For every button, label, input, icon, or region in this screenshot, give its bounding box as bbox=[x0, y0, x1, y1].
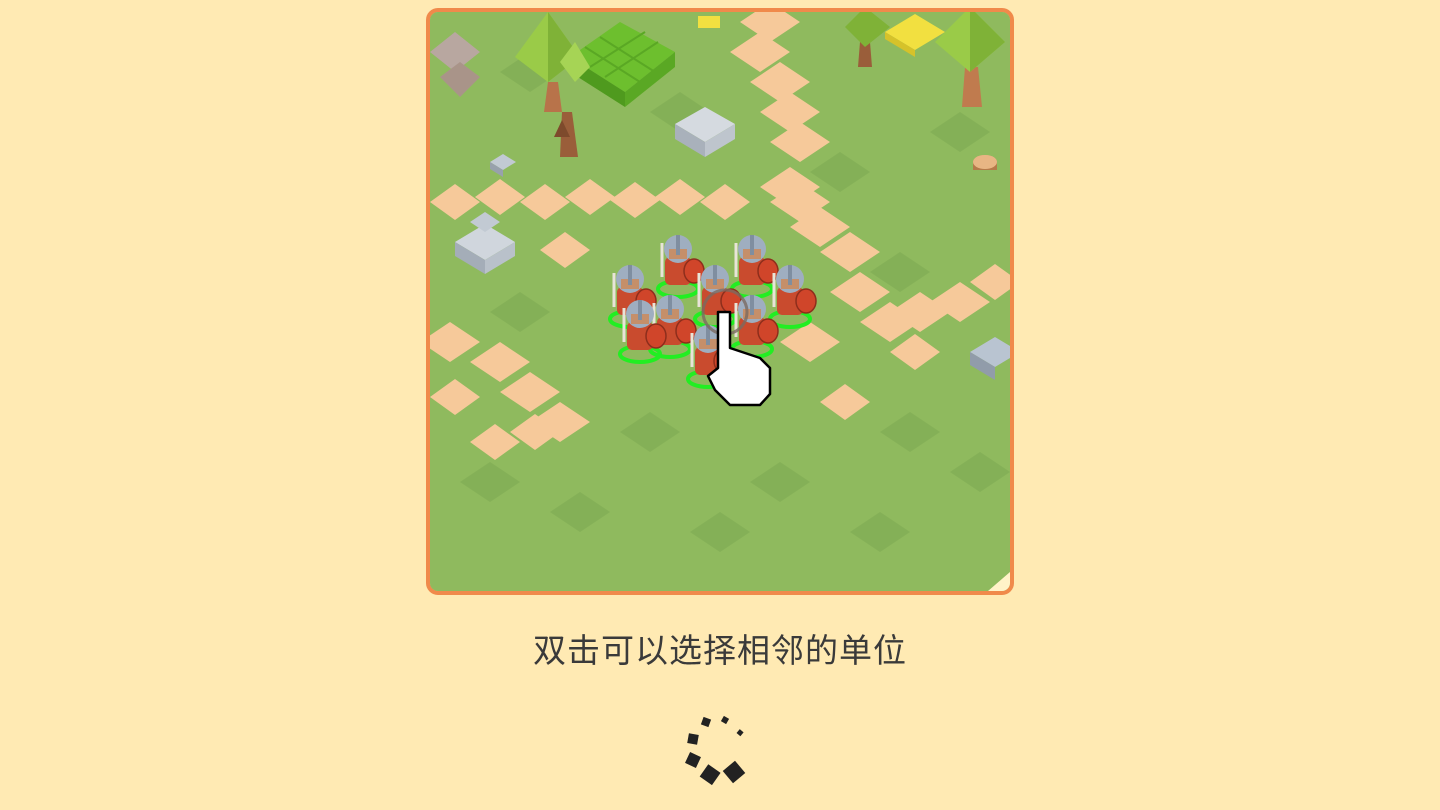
game-scene bbox=[430, 12, 1010, 591]
tutorial-image-frame bbox=[426, 8, 1014, 595]
tutorial-caption: 双击可以选择相邻的单位 bbox=[533, 631, 907, 670]
tree-stump bbox=[973, 155, 997, 170]
loading-spinner-icon bbox=[685, 715, 746, 786]
